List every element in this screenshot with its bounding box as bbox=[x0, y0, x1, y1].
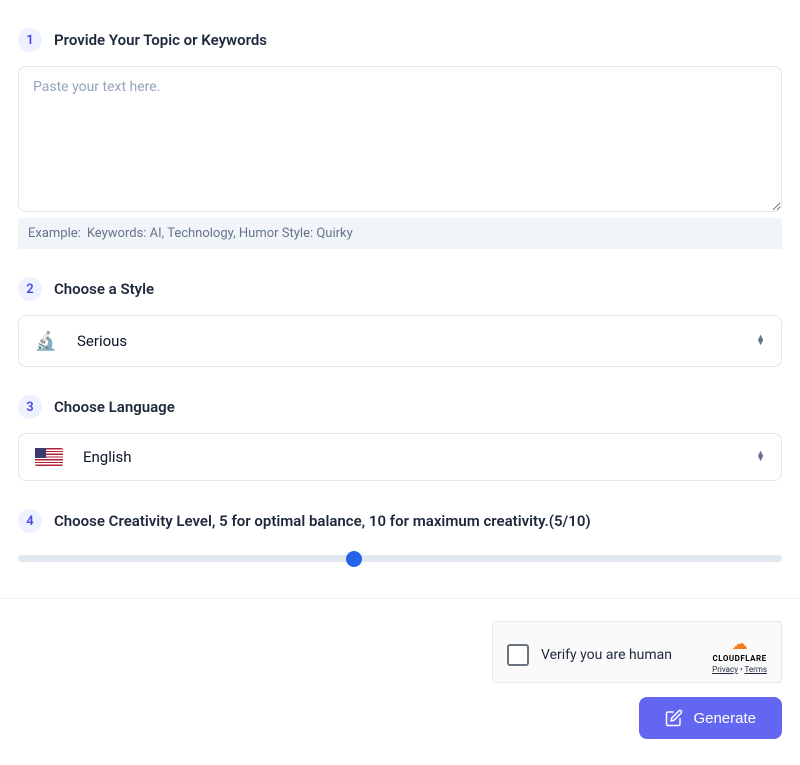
example-text: Keywords: AI, Technology, Humor Style: Q… bbox=[87, 226, 353, 241]
step-4-header: 4 Choose Creativity Level, 5 for optimal… bbox=[18, 509, 782, 533]
privacy-link[interactable]: Privacy bbox=[712, 665, 738, 674]
example-label: Example: bbox=[28, 226, 81, 241]
step-2-title: Choose a Style bbox=[54, 280, 154, 298]
step-3-section: 3 Choose Language English ▲▼ bbox=[18, 395, 782, 481]
step-3-title: Choose Language bbox=[54, 398, 175, 416]
generate-label: Generate bbox=[693, 710, 756, 727]
style-select[interactable]: 🔬 Serious ▲▼ bbox=[18, 315, 782, 367]
captcha-widget: Verify you are human ☁ CLOUDFLARE Privac… bbox=[492, 621, 782, 683]
language-select[interactable]: English ▲▼ bbox=[18, 433, 782, 481]
step-badge-3: 3 bbox=[18, 395, 42, 419]
cloudflare-brand: ☁ CLOUDFLARE Privacy • Terms bbox=[712, 636, 767, 674]
slider-thumb[interactable] bbox=[346, 551, 362, 567]
example-bar: Example: Keywords: AI, Technology, Humor… bbox=[18, 218, 782, 249]
us-flag-icon bbox=[35, 448, 63, 466]
step-4-title: Choose Creativity Level, 5 for optimal b… bbox=[54, 512, 591, 530]
captcha-label: Verify you are human bbox=[541, 647, 700, 663]
microscope-icon: 🔬 bbox=[35, 330, 57, 352]
terms-link[interactable]: Terms bbox=[745, 665, 767, 674]
slider-track bbox=[18, 555, 782, 562]
cloud-icon: ☁ bbox=[732, 636, 748, 652]
language-value: English bbox=[83, 448, 736, 466]
step-1-section: 1 Provide Your Topic or Keywords Example… bbox=[18, 28, 782, 249]
chevron-updown-icon: ▲▼ bbox=[756, 452, 765, 462]
captcha-checkbox[interactable] bbox=[507, 644, 529, 666]
step-badge-1: 1 bbox=[18, 28, 42, 52]
step-4-section: 4 Choose Creativity Level, 5 for optimal… bbox=[18, 509, 782, 570]
generate-button[interactable]: Generate bbox=[639, 697, 782, 739]
chevron-updown-icon: ▲▼ bbox=[756, 336, 765, 346]
topic-textarea[interactable] bbox=[18, 66, 782, 212]
creativity-slider[interactable] bbox=[18, 547, 782, 570]
cloudflare-text: CLOUDFLARE bbox=[713, 654, 767, 663]
footer: Verify you are human ☁ CLOUDFLARE Privac… bbox=[18, 599, 782, 749]
step-2-section: 2 Choose a Style 🔬 Serious ▲▼ bbox=[18, 277, 782, 367]
edit-icon bbox=[665, 709, 683, 727]
style-value: Serious bbox=[77, 332, 736, 350]
step-1-title: Provide Your Topic or Keywords bbox=[54, 31, 267, 49]
step-badge-4: 4 bbox=[18, 509, 42, 533]
cloudflare-links: Privacy • Terms bbox=[712, 665, 767, 674]
step-badge-2: 2 bbox=[18, 277, 42, 301]
step-1-header: 1 Provide Your Topic or Keywords bbox=[18, 28, 782, 52]
step-2-header: 2 Choose a Style bbox=[18, 277, 782, 301]
step-3-header: 3 Choose Language bbox=[18, 395, 782, 419]
